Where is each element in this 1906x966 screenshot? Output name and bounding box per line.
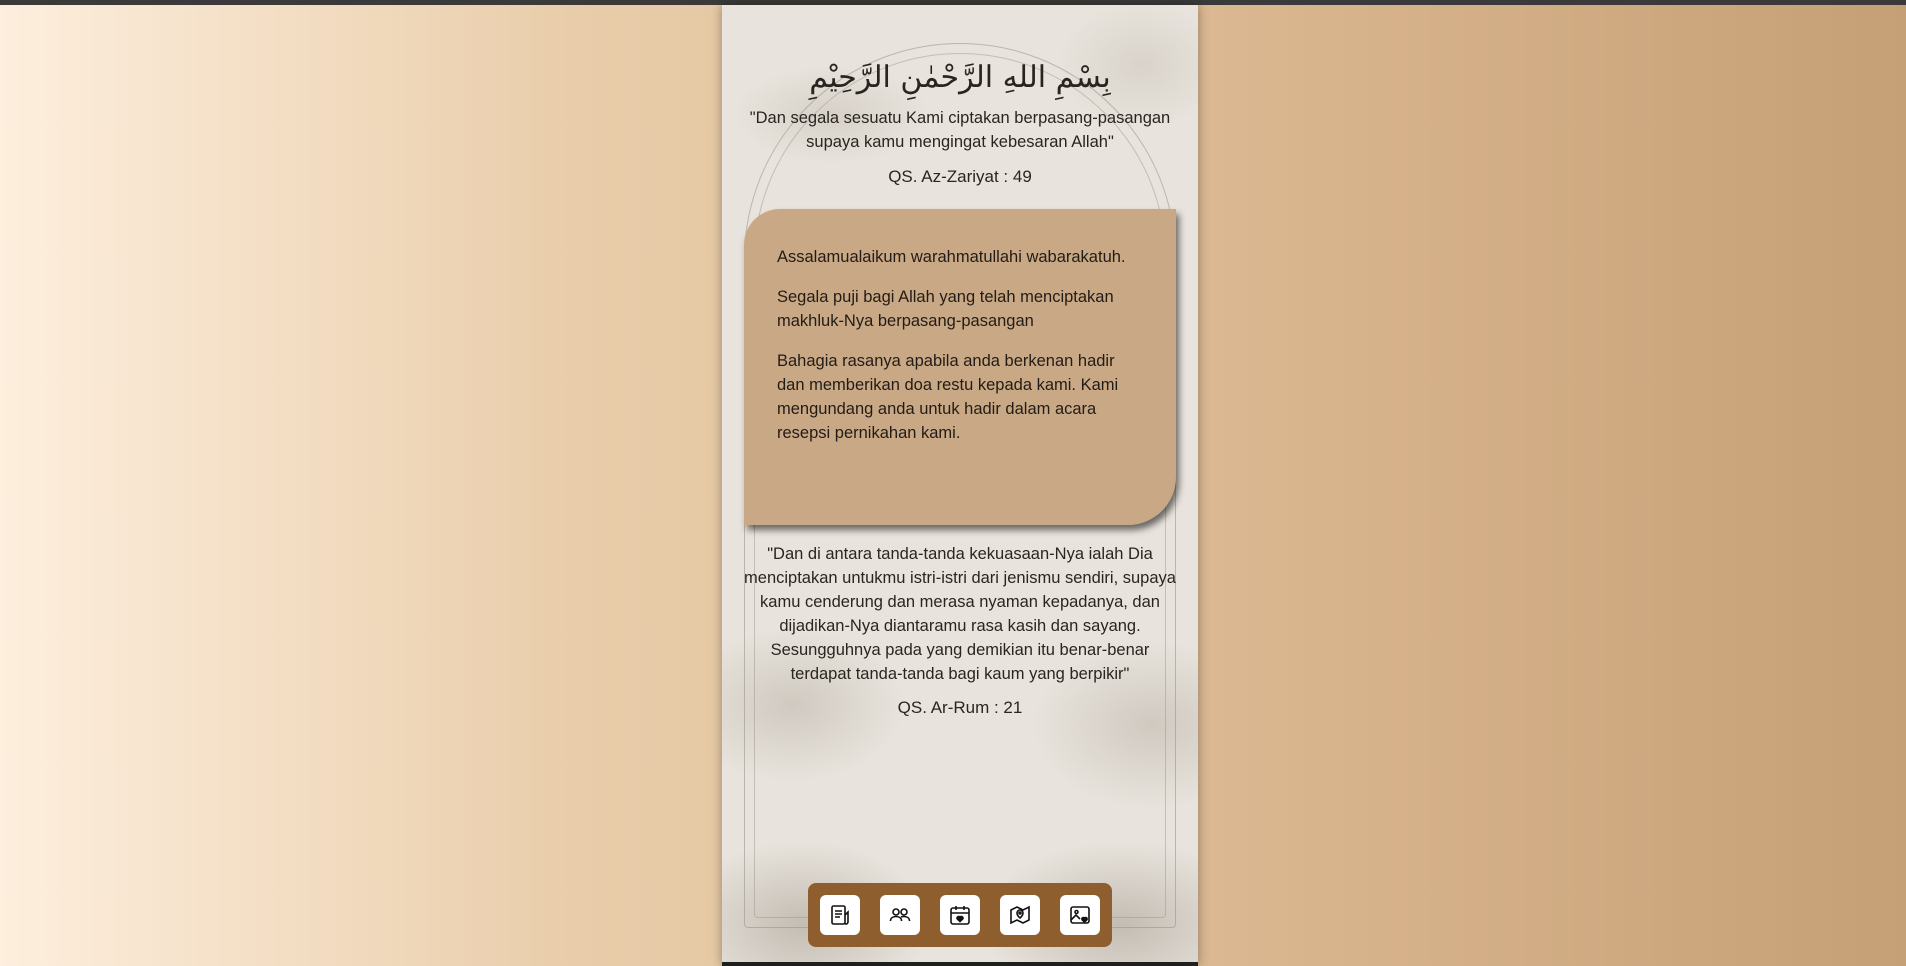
closing-verse: "Dan di antara tanda-tanda kekuasaan-Nya…: [744, 545, 1176, 683]
nav-invitation-button[interactable]: [820, 895, 860, 935]
map-pin-icon: [1010, 905, 1030, 925]
greeting-praise: Segala puji bagi Allah yang telah mencip…: [777, 288, 1114, 330]
nav-event-button[interactable]: [940, 895, 980, 935]
greeting-salam: Assalamualaikum warahmatullahi wabarakat…: [777, 248, 1126, 266]
people-icon: [889, 908, 911, 922]
opening-verse: "Dan segala sesuatu Kami ciptakan berpas…: [749, 109, 1171, 151]
document-icon: [831, 905, 849, 925]
phone-bottom-edge: [722, 962, 1198, 966]
greeting-invitation: Bahagia rasanya apabila anda berkenan ha…: [777, 352, 1119, 442]
greeting-card: Assalamualaikum warahmatullahi wabarakat…: [744, 209, 1176, 525]
nav-location-button[interactable]: [1000, 895, 1040, 935]
opening-verse-reference: QS. Az-Zariyat : 49: [888, 167, 1032, 186]
nav-couple-button[interactable]: [880, 895, 920, 935]
bismillah-calligraphy: بِسْمِ اللهِ الرَّحْمٰنِ الرَّحِيْمِ: [809, 60, 1111, 95]
gallery-heart-icon: [1070, 906, 1090, 924]
closing-verse-reference: QS. Ar-Rum : 21: [897, 698, 1023, 717]
bottom-navigation: [808, 883, 1112, 947]
nav-gallery-button[interactable]: [1060, 895, 1100, 935]
calendar-heart-icon: [950, 906, 970, 925]
invitation-page: بِسْمِ اللهِ الرَّحْمٰنِ الرَّحِيْمِ "Da…: [722, 5, 1198, 966]
